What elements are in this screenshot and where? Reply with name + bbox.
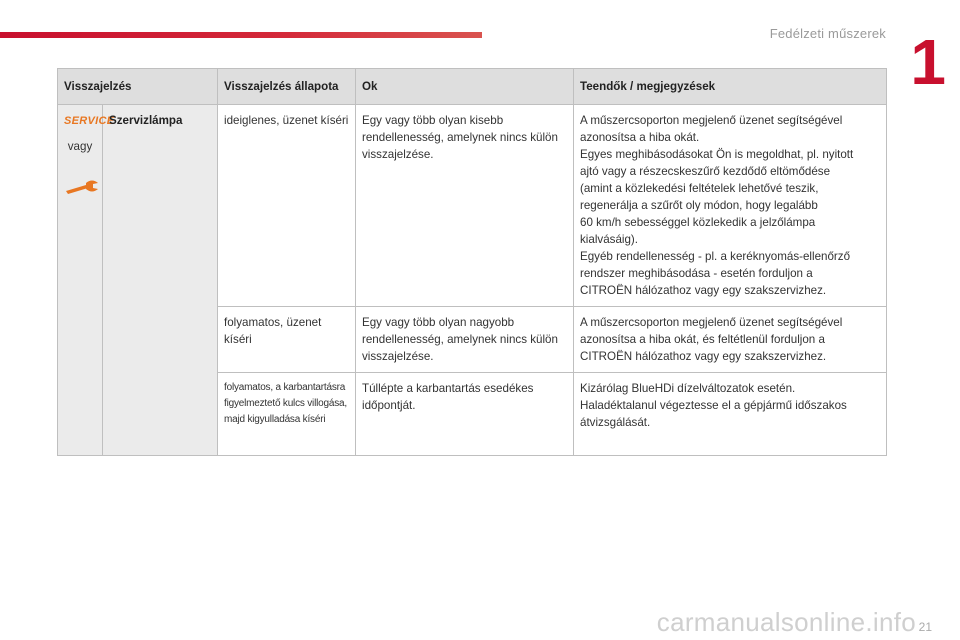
action-line: CITROËN hálózathoz vagy egy szakszervizh… [580, 350, 827, 363]
column-header: Visszajelzés [57, 68, 218, 105]
action-line: azonosítsa a hiba okát. [580, 131, 700, 144]
action-line: azonosítsa a hiba okát, és feltétlenül f… [580, 333, 825, 346]
column-header: Visszajelzés állapota [217, 68, 356, 105]
state-cell: ideiglenes, üzenet kíséri [217, 104, 356, 307]
action-line: rendszer meghibásodása - esetén forduljo… [580, 267, 813, 280]
watermark: carmanualsonline.info [656, 607, 916, 637]
action-line: Egyéb rendellenesség - pl. a keréknyomás… [580, 250, 851, 263]
action-line: Haladéktalanul végeztesse el a gépjármű … [580, 399, 847, 412]
action-line: kialvásáig). [580, 233, 638, 246]
warning-light-table: Visszajelzés Visszajelzés állapota Ok Te… [57, 68, 887, 456]
action-line: Egyes meghibásodásokat Ön is megoldhat, … [580, 148, 854, 161]
action-line: A műszercsoporton megjelenő üzenet segít… [580, 316, 843, 329]
cause-cell: Egy vagy több olyan kisebb rendellenessé… [355, 104, 574, 307]
header-accent-bar [0, 32, 482, 38]
action-cell: A műszercsoporton megjelenő üzenet segít… [573, 104, 887, 307]
table-header-row: Visszajelzés Visszajelzés állapota Ok Te… [57, 68, 887, 105]
service-icon: SERVICE [64, 115, 115, 127]
action-line: átvizsgálását. [580, 416, 651, 429]
action-line: Kizárólag BlueHDi dízelváltozatok esetén… [580, 382, 796, 395]
or-label: vagy [67, 140, 93, 153]
action-line: 60 km/h sebességgel közlekedik a jelzőlá… [580, 216, 816, 229]
cause-cell: Egy vagy több olyan nagyobb rendelleness… [355, 306, 574, 373]
action-line: (amint a közlekedési feltételek lehetővé… [580, 182, 819, 195]
action-cell: Kizárólag BlueHDi dízelváltozatok esetén… [573, 372, 887, 456]
cause-cell: Túllépte a karbantartás esedékes időpont… [355, 372, 574, 456]
action-cell: A műszercsoporton megjelenő üzenet segít… [573, 306, 887, 373]
action-line: regenerálja a szűrőt oly módon, hogy leg… [580, 199, 818, 212]
state-cell: folyamatos, a karbantartásra figyelmezte… [217, 372, 356, 456]
table-row: SERVICE vagy Szervizlámpa ideiglenes, üz… [57, 104, 887, 456]
wrench-icon [66, 180, 98, 194]
column-header: Teendők / megjegyzések [573, 68, 887, 105]
column-header: Ok [355, 68, 574, 105]
chapter-number: 1 [910, 26, 946, 98]
action-line: CITROËN hálózathoz vagy egy szakszervizh… [580, 284, 827, 297]
action-line: A műszercsoporton megjelenő üzenet segít… [580, 114, 843, 127]
section-title: Fedélzeti műszerek [769, 26, 886, 41]
indicator-name: Szervizlámpa [102, 104, 218, 456]
state-cell: folyamatos, üzenet kíséri [217, 306, 356, 373]
page-number: 21 [918, 620, 932, 634]
action-line: ajtó vagy a részecskeszűrő kezdődő eltöm… [580, 165, 831, 178]
indicator-icon-cell: SERVICE vagy [57, 104, 115, 456]
